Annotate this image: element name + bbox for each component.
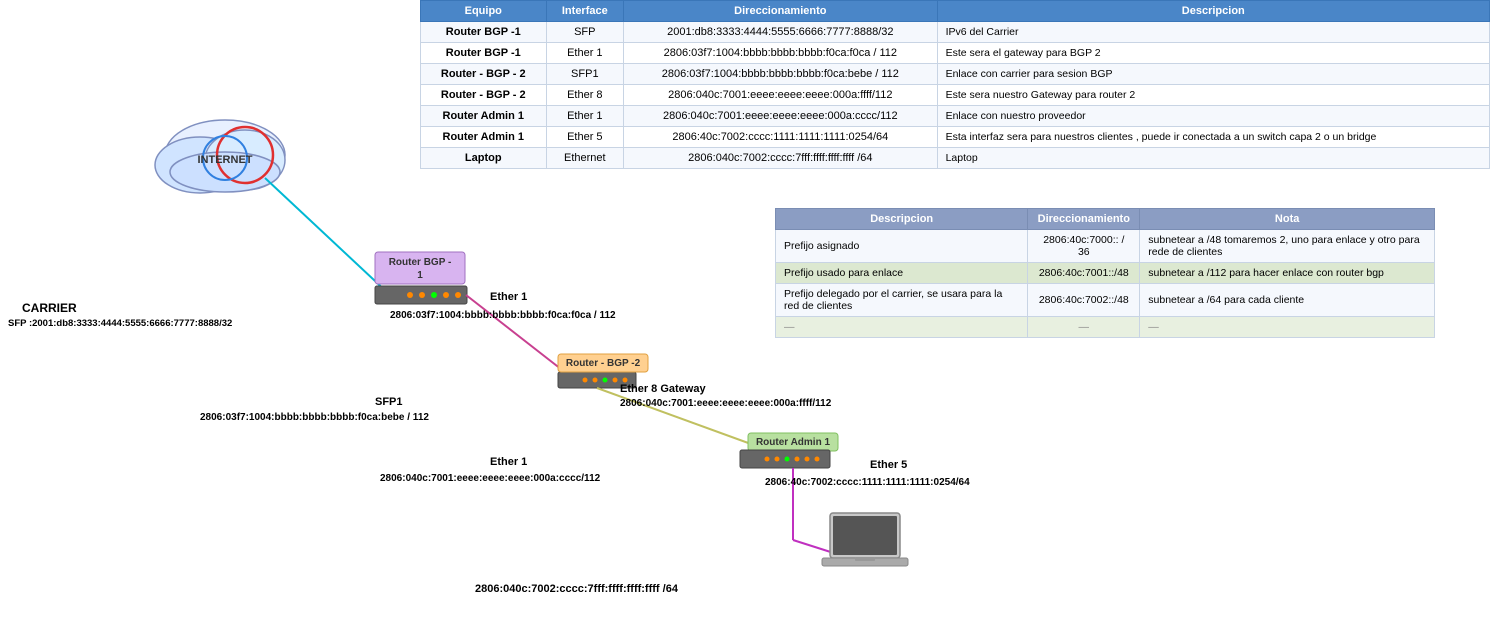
cell-r2-c3: Enlace con carrier para sesion BGP — [937, 64, 1489, 85]
router-admin1-label: Router Admin 1 — [756, 437, 831, 448]
ether8-label: Ether 8 Gateway — [620, 383, 706, 395]
cell-r0-c3: IPv6 del Carrier — [937, 22, 1489, 43]
prefix-table-row: Prefijo delegado por el carrier, se usar… — [776, 284, 1435, 317]
cell-r1-c1: Ether 1 — [546, 43, 624, 64]
cell-r1-c0: Router BGP -1 — [421, 43, 547, 64]
carrier-label: CARRIER — [22, 301, 77, 315]
col-header-interface: Interface — [546, 1, 624, 22]
router-bgp1-label: Router BGP - — [389, 257, 452, 268]
cell-r5-c3: Esta interfaz sera para nuestros cliente… — [937, 127, 1489, 148]
sfp1-addr: 2806:03f7:1004:bbbb:bbbb:bbbb:f0ca:bebe … — [200, 412, 429, 423]
cell-r1-c2: 2806:03f7:1004:bbbb:bbbb:bbbb:f0ca:f0ca … — [624, 43, 938, 64]
cell-r6-c0: Laptop — [421, 148, 547, 169]
prefix-table-row: ——— — [776, 317, 1435, 338]
prefix-cell-r0-c1: 2806:40c:7000:: / 36 — [1028, 230, 1140, 263]
prefix-cell-r2-c2: subnetear a /64 para cada cliente — [1140, 284, 1435, 317]
cell-r4-c2: 2806:040c:7001:eeee:eeee:eeee:000a:cccc/… — [624, 106, 938, 127]
cell-r3-c1: Ether 8 — [546, 85, 624, 106]
ether1-label-bgp1: Ether 1 — [490, 291, 527, 303]
table-row: Router Admin 1Ether 52806:40c:7002:cccc:… — [421, 127, 1490, 148]
ether5-label: Ether 5 — [870, 459, 907, 471]
carrier-sfp-label: SFP :2001:db8:3333:4444:5555:6666:7777:8… — [8, 318, 232, 329]
cell-r2-c0: Router - BGP - 2 — [421, 64, 547, 85]
svg-text:1: 1 — [417, 270, 423, 281]
table-row: Router Admin 1Ether 12806:040c:7001:eeee… — [421, 106, 1490, 127]
prefix-cell-r1-c2: subnetear a /112 para hacer enlace con r… — [1140, 263, 1435, 284]
cell-r3-c3: Este sera nuestro Gateway para router 2 — [937, 85, 1489, 106]
col-header-equipo: Equipo — [421, 1, 547, 22]
prefix-table: Descripcion Direccionamiento Nota Prefij… — [775, 208, 1435, 338]
table-row: Router - BGP - 2Ether 82806:040c:7001:ee… — [421, 85, 1490, 106]
laptop-icon — [822, 513, 908, 566]
table-row: Router - BGP - 2SFP12806:03f7:1004:bbbb:… — [421, 64, 1490, 85]
prefix-table-row: Prefijo usado para enlace2806:40c:7001::… — [776, 263, 1435, 284]
cell-r4-c3: Enlace con nuestro proveedor — [937, 106, 1489, 127]
prefix-cell-r1-c0: Prefijo usado para enlace — [776, 263, 1028, 284]
cell-r1-c3: Este sera el gateway para BGP 2 — [937, 43, 1489, 64]
cell-r6-c2: 2806:040c:7002:cccc:7fff:ffff:ffff:ffff … — [624, 148, 938, 169]
cell-r6-c1: Ethernet — [546, 148, 624, 169]
col-header-descripcion: Descripcion — [937, 1, 1489, 22]
col2-header-descripcion: Descripcion — [776, 209, 1028, 230]
cell-r5-c1: Ether 5 — [546, 127, 624, 148]
col2-header-nota: Nota — [1140, 209, 1435, 230]
prefix-cell-r3-c2: — — [1140, 317, 1435, 338]
prefix-cell-r3-c1: — — [1028, 317, 1140, 338]
cell-r0-c2: 2001:db8:3333:4444:5555:6666:7777:8888/3… — [624, 22, 938, 43]
main-routing-table: Equipo Interface Direccionamiento Descri… — [420, 0, 1490, 169]
prefix-table-row: Prefijo asignado2806:40c:7000:: / 36subn… — [776, 230, 1435, 263]
col-header-direccionamiento: Direccionamiento — [624, 1, 938, 22]
ether1-addr-bgp1: 2806:03f7:1004:bbbb:bbbb:bbbb:f0ca:f0ca … — [390, 310, 616, 321]
prefix-cell-r2-c1: 2806:40c:7002::/48 — [1028, 284, 1140, 317]
sfp1-label: SFP1 — [375, 396, 403, 408]
prefix-cell-r0-c0: Prefijo asignado — [776, 230, 1028, 263]
cell-r4-c0: Router Admin 1 — [421, 106, 547, 127]
prefix-cell-r0-c2: subnetear a /48 tomaremos 2, uno para en… — [1140, 230, 1435, 263]
cell-r4-c1: Ether 1 — [546, 106, 624, 127]
col2-header-direccionamiento: Direccionamiento — [1028, 209, 1140, 230]
cell-r3-c0: Router - BGP - 2 — [421, 85, 547, 106]
table-row: Router BGP -1SFP2001:db8:3333:4444:5555:… — [421, 22, 1490, 43]
prefix-cell-r2-c0: Prefijo delegado por el carrier, se usar… — [776, 284, 1028, 317]
cell-r6-c3: Laptop — [937, 148, 1489, 169]
ether1-label-admin: Ether 1 — [490, 456, 527, 468]
laptop-addr: 2806:040c:7002:cccc:7fff:ffff:ffff:ffff … — [475, 583, 679, 595]
ether8-addr: 2806:040c:7001:eeee:eeee:eeee:000a:ffff/… — [620, 398, 832, 409]
cell-r5-c2: 2806:40c:7002:cccc:1111:1111:1111:0254/6… — [624, 127, 938, 148]
cell-r2-c2: 2806:03f7:1004:bbbb:bbbb:bbbb:f0ca:bebe … — [624, 64, 938, 85]
cell-r5-c0: Router Admin 1 — [421, 127, 547, 148]
ether5-addr: 2806:40c:7002:cccc:1111:1111:1111:0254/6… — [765, 477, 970, 488]
table-row: LaptopEthernet2806:040c:7002:cccc:7fff:f… — [421, 148, 1490, 169]
internet-label: INTERNET — [198, 154, 253, 166]
cell-r0-c0: Router BGP -1 — [421, 22, 547, 43]
cell-r0-c1: SFP — [546, 22, 624, 43]
ether1-addr-admin: 2806:040c:7001:eeee:eeee:eeee:000a:cccc/… — [380, 473, 601, 484]
cell-r2-c1: SFP1 — [546, 64, 624, 85]
table-row: Router BGP -1Ether 12806:03f7:1004:bbbb:… — [421, 43, 1490, 64]
cell-r3-c2: 2806:040c:7001:eeee:eeee:eeee:000a:ffff/… — [624, 85, 938, 106]
router-bgp2-label: Router - BGP -2 — [566, 358, 641, 369]
prefix-cell-r1-c1: 2806:40c:7001::/48 — [1028, 263, 1140, 284]
prefix-cell-r3-c0: — — [776, 317, 1028, 338]
